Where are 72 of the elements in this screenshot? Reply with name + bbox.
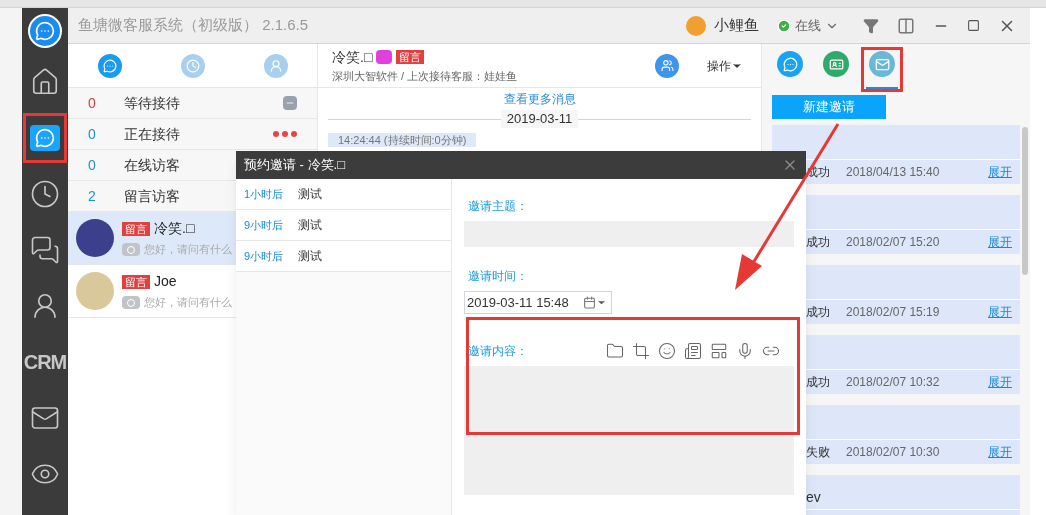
visitor-avatar: [76, 219, 114, 257]
queue-row[interactable]: 0 正在接待: [68, 119, 317, 150]
calendar-icon[interactable]: [583, 296, 596, 309]
smile-icon[interactable]: [658, 342, 676, 360]
microphone-icon[interactable]: [736, 342, 754, 360]
session-bar: 14:24:44 (持续时间:0分钟): [328, 133, 477, 147]
message-badge: 留言: [122, 274, 150, 289]
invite-time: 2018/02/07 10:30: [846, 444, 941, 461]
invite-time: 2018/04/13 15:40: [846, 164, 941, 181]
content-label: 邀请内容：: [468, 343, 529, 360]
invite-status: 失败: [806, 444, 830, 461]
chat-icon[interactable]: [26, 116, 64, 160]
queue-label: 等待接待: [124, 93, 180, 113]
filter-icon[interactable]: [863, 17, 879, 34]
queue-count: 2: [88, 186, 97, 206]
online-check-icon: [777, 18, 791, 33]
invite-when: 9小时后: [244, 248, 285, 264]
datetime-picker[interactable]: 2019-03-11 15:48: [464, 291, 612, 314]
maximize-icon[interactable]: [967, 19, 980, 32]
window-title: 鱼塘微客服系统（初级版） 2.1.6.5: [78, 15, 309, 36]
visitor-avatar: [76, 272, 114, 310]
invite-time: 2018/02/07 10:32: [846, 374, 941, 391]
invite-status: 成功: [806, 234, 830, 251]
scheduled-invite-item[interactable]: 9小时后 测试: [236, 241, 451, 272]
web-source-icon: [122, 243, 140, 256]
group-add-icon[interactable]: [655, 53, 679, 78]
invite-title: ev: [806, 489, 821, 505]
chat-bubble-icon[interactable]: [97, 53, 122, 78]
content-input[interactable]: [464, 366, 794, 495]
user-avatar: [686, 15, 706, 36]
queue-label: 留言访客: [124, 186, 180, 206]
chat-visitor-name: 冷笑.□: [332, 47, 373, 67]
window-layout-icon[interactable]: [897, 16, 915, 35]
operations-menu[interactable]: 操作: [707, 56, 743, 75]
message-badge: 留言: [396, 50, 425, 65]
queue-count: 0: [88, 124, 97, 144]
status-dropdown[interactable]: 在线: [777, 15, 839, 36]
invite-status: 成功: [806, 304, 830, 321]
message-badge: 留言: [122, 221, 150, 236]
queue-row[interactable]: 0 等待接待: [68, 88, 317, 119]
article-icon[interactable]: [684, 342, 702, 360]
queue-count: 0: [88, 155, 97, 175]
crop-icon[interactable]: [632, 342, 650, 360]
invite-time: 2018/02/07 15:19: [846, 304, 941, 321]
crm-nav-item[interactable]: CRM: [26, 340, 64, 384]
queue-label: 正在接待: [124, 124, 180, 144]
more-icon[interactable]: [273, 131, 297, 137]
time-label: 邀请时间：: [468, 268, 529, 285]
invite-when: 9小时后: [244, 217, 285, 233]
subject-label: 邀请主题：: [468, 198, 529, 215]
chat-subtitle: 深圳大智软件 / 上次接待客服：娃娃鱼: [332, 68, 518, 84]
scheduled-invite-item[interactable]: 9小时后 测试: [236, 210, 451, 241]
datetime-value: 2019-03-11 15:48: [467, 293, 570, 312]
scheduled-invite-item[interactable]: 1小时后 测试: [236, 179, 451, 210]
subject-input[interactable]: [464, 221, 794, 247]
scrollbar-thumb[interactable]: [1022, 127, 1028, 275]
message-preview: 您好，请问有什么: [144, 295, 232, 311]
invite-status: 成功: [806, 374, 830, 391]
layout-icon[interactable]: [710, 342, 728, 360]
queue-count: 0: [88, 93, 97, 113]
web-source-icon: [122, 296, 140, 309]
queue-label: 在线访客: [124, 155, 180, 175]
more-messages-link[interactable]: 查看更多消息: [503, 92, 576, 107]
invite-when: 1小时后: [244, 186, 285, 202]
app-logo-icon: [28, 14, 62, 48]
visitor-name: Joe: [154, 272, 177, 292]
message-preview: 您好，请问有什么: [144, 242, 232, 258]
invite-time: 2018/02/07 15:20: [846, 234, 941, 251]
folder-icon[interactable]: [606, 342, 624, 360]
visitor-name: 冷笑.□: [154, 219, 195, 239]
envelope-icon[interactable]: [864, 50, 900, 89]
user-name: 小鲤鱼: [714, 15, 759, 36]
